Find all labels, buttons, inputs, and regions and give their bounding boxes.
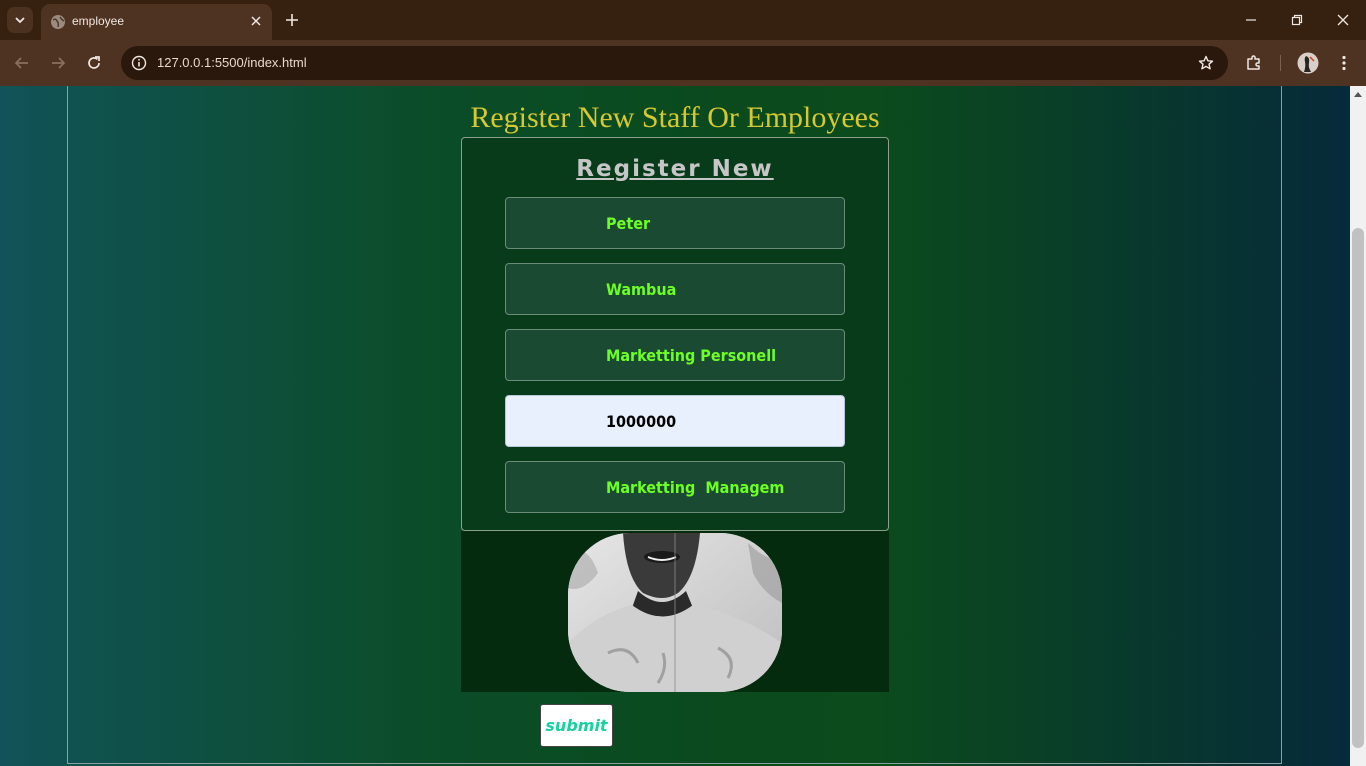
minimize-button[interactable] [1228, 0, 1274, 40]
department-input[interactable] [505, 461, 845, 513]
restore-icon [1291, 14, 1303, 26]
reload-icon [88, 56, 100, 69]
reload-button[interactable] [82, 51, 106, 75]
info-icon [131, 55, 147, 71]
avatar-icon [1297, 52, 1319, 74]
salary-input[interactable] [505, 395, 845, 447]
close-tab-button[interactable] [246, 11, 266, 31]
registration-form: Register New [461, 137, 889, 531]
scroll-up-button[interactable] [1350, 86, 1366, 102]
browser-tab[interactable]: employee [41, 4, 272, 40]
address-bar[interactable]: 127.0.0.1:5500/index.html [121, 46, 1228, 80]
globe-icon [51, 15, 65, 29]
close-window-button[interactable] [1320, 0, 1366, 40]
toolbar-divider [1280, 55, 1281, 71]
arrow-left-icon [14, 57, 28, 69]
close-icon [251, 16, 261, 26]
back-button[interactable] [10, 51, 34, 75]
page-viewport: Register New Staff Or Employees Register… [0, 86, 1350, 766]
last-name-input[interactable] [505, 263, 845, 315]
chevron-down-icon [15, 17, 25, 24]
form-title: Register New [576, 156, 774, 182]
restore-button[interactable] [1274, 0, 1320, 40]
forward-button[interactable] [46, 51, 70, 75]
photo-panel [461, 531, 889, 692]
person-photo-image [568, 533, 782, 692]
tab-title: employee [72, 14, 125, 28]
plus-icon [286, 14, 298, 26]
new-tab-button[interactable] [281, 9, 303, 31]
tab-search-button[interactable] [7, 7, 33, 33]
tab-strip: employee [0, 0, 1366, 40]
extensions-button[interactable] [1243, 52, 1265, 74]
browser-toolbar: 127.0.0.1:5500/index.html [0, 40, 1366, 86]
close-icon [1337, 14, 1349, 26]
position-input[interactable] [505, 329, 845, 381]
url-text: 127.0.0.1:5500/index.html [157, 55, 307, 70]
menu-button[interactable] [1333, 52, 1355, 74]
first-name-input[interactable] [505, 197, 845, 249]
arrow-right-icon [52, 57, 66, 69]
employee-photo [568, 533, 782, 692]
bookmark-button[interactable] [1196, 53, 1216, 73]
site-info-button[interactable] [129, 53, 149, 73]
scrollbar-thumb[interactable] [1352, 228, 1364, 748]
page-title: Register New Staff Or Employees [470, 101, 880, 134]
caret-up-icon [1354, 92, 1362, 97]
page-scrollbar[interactable] [1350, 86, 1366, 766]
star-icon [1198, 55, 1214, 70]
minimize-icon [1246, 19, 1256, 21]
kebab-menu-icon [1342, 55, 1346, 71]
submit-button[interactable]: submit [540, 704, 613, 747]
profile-avatar-button[interactable] [1296, 51, 1320, 75]
puzzle-icon [1247, 55, 1260, 70]
